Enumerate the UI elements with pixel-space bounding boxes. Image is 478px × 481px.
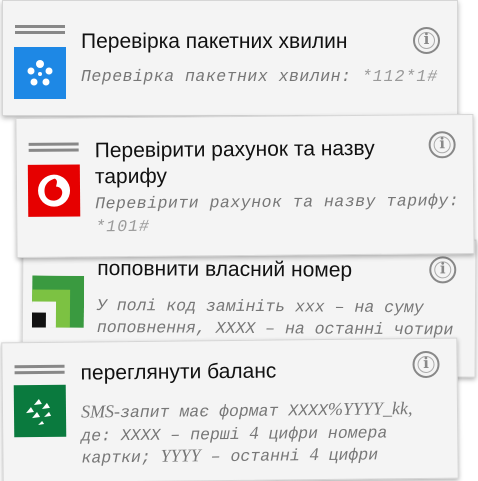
description-text: цифри <box>318 445 379 466</box>
drag-handle-icon[interactable] <box>15 365 65 376</box>
kyivstar-star-icon <box>27 60 53 86</box>
ussd-list: Перевірка пакетних хвилин Перевірка паке… <box>0 0 478 481</box>
card-description: Перевірка пакетних хвилин: *112*1# <box>81 65 438 88</box>
description-text: картки; <box>81 447 161 468</box>
card-title-line2: тарифу <box>94 164 168 189</box>
info-icon[interactable] <box>429 256 457 284</box>
privatbank-icon <box>31 275 85 328</box>
ussd-card-balance-tariff[interactable]: Перевірити рахунок та назву тарифу Перев… <box>15 114 475 258</box>
card-title: поповнити власний номер <box>97 256 353 282</box>
vodafone-quote-icon <box>38 174 71 207</box>
description-text: запит має формат ХХХХ <box>119 400 329 423</box>
privatbank-logo <box>31 275 85 328</box>
yyyy-text: YYYY <box>160 445 201 466</box>
info-icon[interactable] <box>428 131 456 159</box>
kyivstar-logo <box>14 47 66 99</box>
card-title: переглянути баланс <box>80 359 277 385</box>
card-title: Перевірка пакетних хвилин <box>81 30 348 53</box>
drag-handle-icon[interactable] <box>15 25 65 35</box>
digit-count: 4 <box>309 444 319 465</box>
ussd-card-package-minutes[interactable]: Перевірка пакетних хвилин Перевірка паке… <box>2 0 458 116</box>
info-icon[interactable] <box>413 27 440 54</box>
description-text: Перевірка пакетних хвилин: <box>81 67 352 86</box>
card-description-line3: картки; YYYY – останні 4 цифри <box>81 442 378 469</box>
bank-birds-icon <box>26 399 52 426</box>
format-suffix: %YYYY_kk, <box>327 398 413 419</box>
sms-prefix: SMS- <box>80 401 121 422</box>
info-icon[interactable] <box>412 350 440 379</box>
description-text: де: ХХХХ – перші <box>81 424 250 446</box>
ussd-card-check-balance[interactable]: переглянути баланс SMS-запит має формат … <box>1 337 459 481</box>
card-title-line1: Перевірити рахунок та назву <box>94 136 375 163</box>
vodafone-logo <box>27 164 81 217</box>
ussd-code: *112*1# <box>361 67 439 86</box>
description-text: цифри номера <box>258 423 388 444</box>
drag-handle-icon[interactable] <box>29 142 79 152</box>
ussd-code: *101# <box>95 216 150 237</box>
card-description: Перевірити рахунок та назву тарифу: <box>95 191 460 214</box>
bank-logo <box>13 384 67 438</box>
description-text: – останні <box>200 446 310 467</box>
